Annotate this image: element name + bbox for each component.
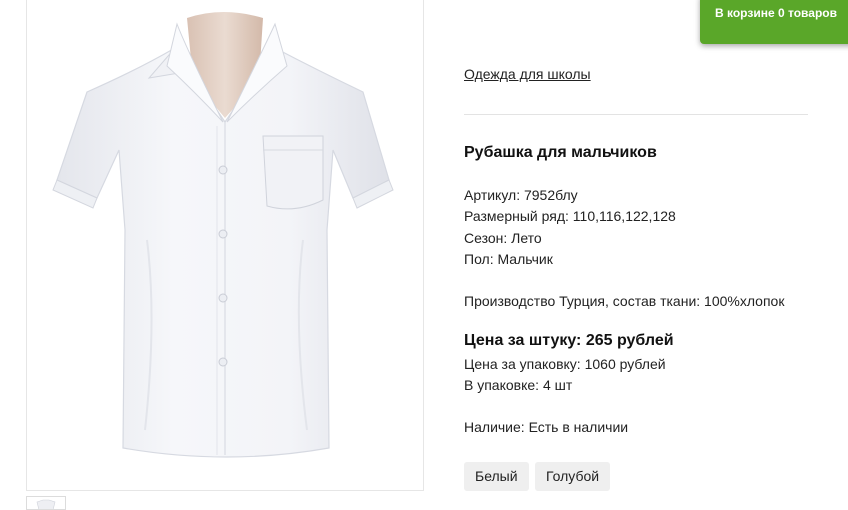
cart-suffix: товаров (788, 6, 837, 20)
shirt-thumbnail-icon (36, 499, 56, 509)
divider (464, 114, 808, 115)
price-per-item: Цена за штуку: 265 рублей (464, 332, 674, 349)
availability: Наличие: Есть в наличии (464, 419, 629, 435)
product-image[interactable] (26, 0, 424, 491)
cart-count: 0 (777, 6, 785, 20)
season: Сезон: Лето (464, 230, 542, 246)
pack-quantity: В упаковке: 4 шт (464, 377, 573, 393)
origin-composition: Производство Турция, состав ткани: 100%х… (464, 293, 785, 309)
product-thumbnail[interactable] (26, 496, 66, 510)
gender: Пол: Мальчик (464, 251, 553, 267)
cart-prefix: В корзине (715, 6, 775, 20)
color-option-white[interactable]: Белый (464, 462, 529, 491)
price-per-pack: Цена за упаковку: 1060 рублей (464, 356, 666, 372)
category-link[interactable]: Одежда для школы (464, 66, 591, 82)
color-option-blue[interactable]: Голубой (535, 462, 611, 491)
shirt-image (52, 12, 394, 458)
article: Артикул: 7952блу (464, 187, 578, 203)
size-range: Размерный ряд: 110,116,122,128 (464, 208, 676, 224)
product-title: Рубашка для мальчиков (464, 144, 657, 161)
cart-badge[interactable]: В корзине 0 товаров (700, 0, 848, 44)
